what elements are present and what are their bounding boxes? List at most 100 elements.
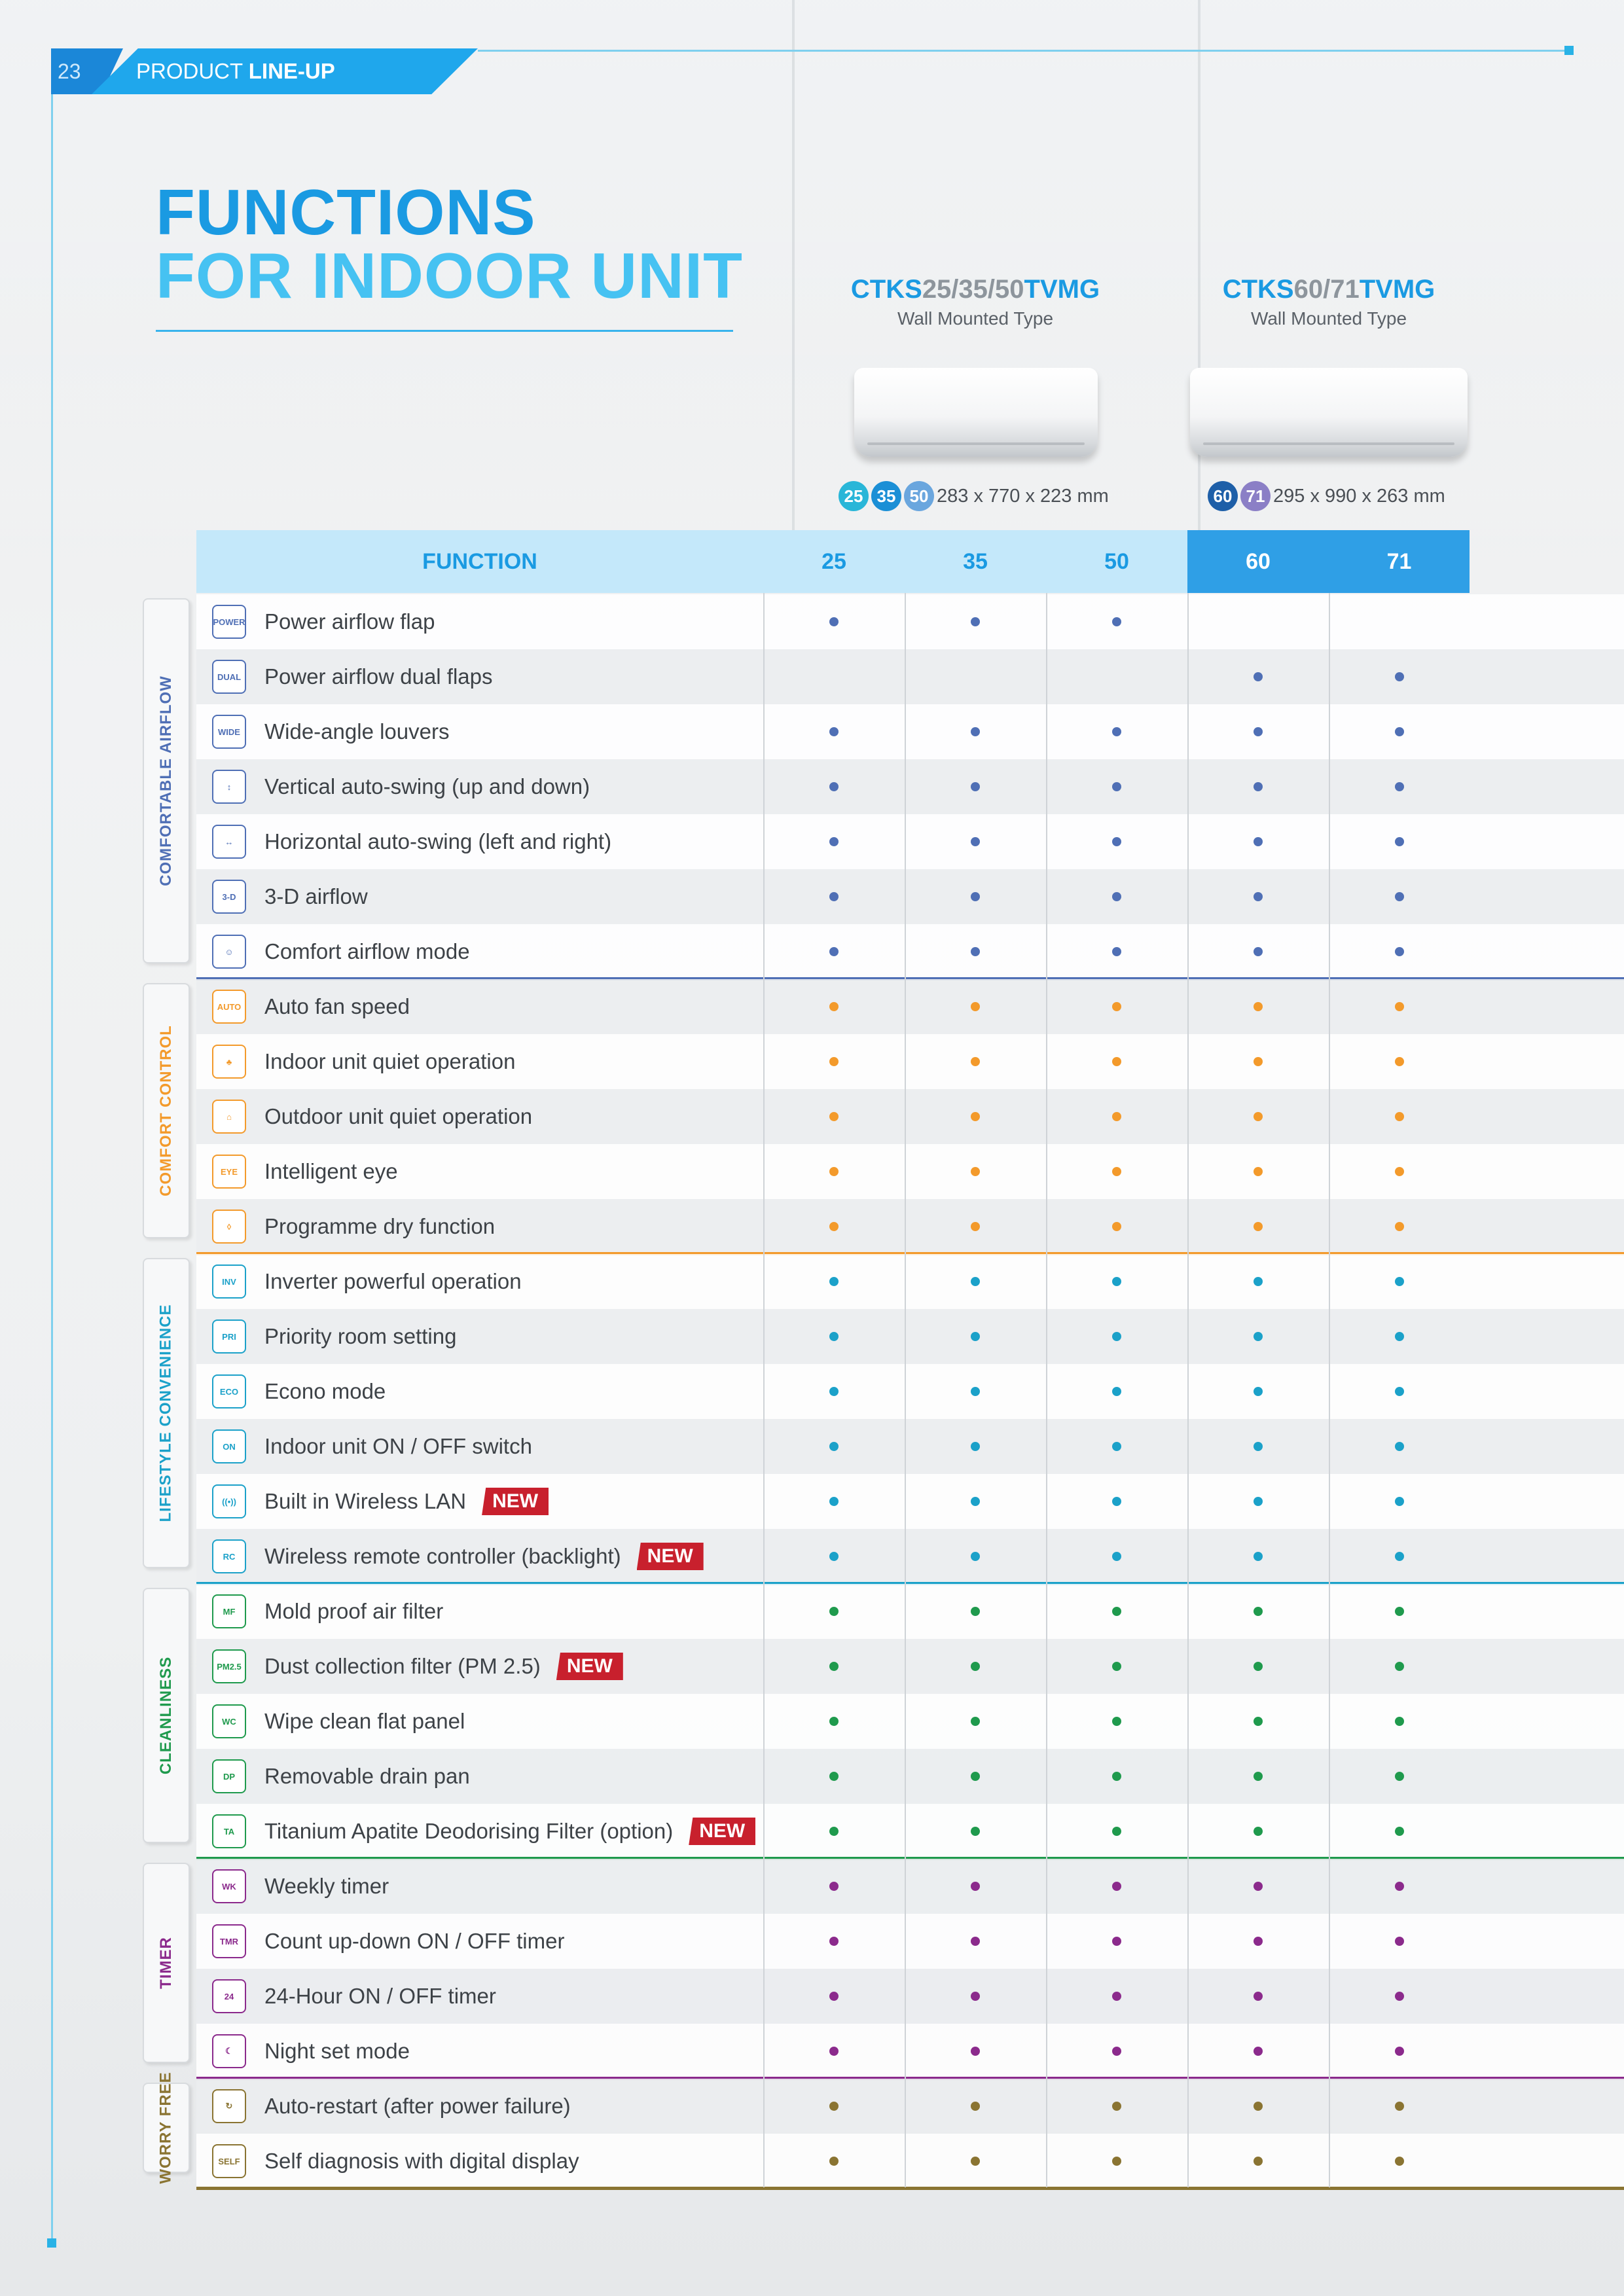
availability-dot [829, 1717, 839, 1726]
column-divider [1046, 593, 1047, 2187]
availability-dot [829, 1607, 839, 1616]
function-icon: DUAL [212, 660, 246, 694]
function-cell: AUTO Auto fan speed [196, 979, 763, 1034]
function-cell: DP Removable drain pan [196, 1749, 763, 1804]
availability-cell [905, 1199, 1046, 1254]
availability-dot [1395, 1717, 1404, 1726]
table-row: ♣ Indoor unit quiet operation [196, 1034, 1624, 1089]
availability-cell [1046, 1144, 1187, 1199]
availability-dot [1112, 1222, 1121, 1231]
availability-dot [1395, 1497, 1404, 1506]
function-icon: TMR [212, 1924, 246, 1958]
availability-dot [1254, 1937, 1263, 1946]
function-label: Intelligent eye [264, 1159, 398, 1183]
availability-cell [763, 1034, 905, 1089]
availability-dot [971, 1442, 980, 1451]
availability-dot [1112, 1662, 1121, 1671]
availability-dot [1254, 1112, 1263, 1121]
column-header: 25 [763, 530, 905, 593]
availability-dot [971, 1167, 980, 1176]
availability-cell [763, 1694, 905, 1749]
availability-cell [1046, 1419, 1187, 1474]
availability-dot [971, 1112, 980, 1121]
availability-dot [971, 837, 980, 846]
availability-dot [1112, 1167, 1121, 1176]
availability-cell [1187, 704, 1329, 759]
function-cell: EYE Intelligent eye [196, 1144, 763, 1199]
function-cell: ◊ Programme dry function [196, 1199, 763, 1254]
availability-cell [763, 1089, 905, 1144]
function-label: Horizontal auto-swing (left and right) [264, 829, 612, 853]
availability-dot [829, 1992, 839, 2001]
availability-cell [905, 1419, 1046, 1474]
availability-cell [1329, 814, 1470, 869]
availability-cell [763, 1254, 905, 1309]
availability-dot [829, 2047, 839, 2056]
function-cell: SELF Self diagnosis with digital display [196, 2134, 763, 2189]
new-badge: NEW [689, 1818, 756, 1845]
availability-dot [829, 1772, 839, 1781]
availability-cell [763, 979, 905, 1034]
function-cell: 3-D 3-D airflow [196, 869, 763, 924]
title-underline [156, 330, 733, 332]
availability-cell [905, 649, 1046, 704]
availability-dot [971, 1937, 980, 1946]
availability-dot [971, 1827, 980, 1836]
function-cell: POWER Power airflow flap [196, 594, 763, 649]
function-icon: TA [212, 1814, 246, 1848]
availability-cell [1046, 1089, 1187, 1144]
table-row: PM2.5 Dust collection filter (PM 2.5) NEW [196, 1639, 1624, 1694]
function-label: Indoor unit ON / OFF switch [264, 1434, 532, 1458]
availability-cell [1187, 2079, 1329, 2134]
availability-dot [1395, 1772, 1404, 1781]
availability-cell [1329, 1749, 1470, 1804]
availability-dot [971, 1497, 980, 1506]
availability-cell [1329, 2134, 1470, 2189]
availability-dot [1254, 1442, 1263, 1451]
model-header-1: CTKS25/35/50TVMG Wall Mounted Type [850, 275, 1100, 329]
availability-cell [763, 2134, 905, 2189]
frame-corner-square [1564, 46, 1574, 55]
availability-cell [763, 1144, 905, 1199]
availability-dot [829, 727, 839, 736]
availability-dot [1254, 1167, 1263, 1176]
function-icon: 24 [212, 1979, 246, 2013]
availability-cell [905, 1034, 1046, 1089]
function-cell: ON Indoor unit ON / OFF switch [196, 1419, 763, 1474]
availability-cell [763, 1749, 905, 1804]
function-label: 24-Hour ON / OFF timer [264, 1984, 496, 2008]
availability-dot [1254, 2102, 1263, 2111]
availability-dot [829, 1497, 839, 1506]
availability-dot [829, 947, 839, 956]
indoor-unit-image [854, 368, 1098, 457]
availability-cell [1046, 1859, 1187, 1914]
function-label: Econo mode [264, 1379, 386, 1403]
availability-dot [829, 837, 839, 846]
availability-cell [1187, 594, 1329, 649]
column-divider [1187, 593, 1189, 2187]
availability-cell [1046, 759, 1187, 814]
table-row: TA Titanium Apatite Deodorising Filter (o… [196, 1804, 1624, 1859]
availability-dot [1395, 1222, 1404, 1231]
function-label: Mold proof air filter [264, 1599, 444, 1623]
availability-dot [1112, 1442, 1121, 1451]
availability-cell [1046, 1694, 1187, 1749]
availability-dot [1112, 1332, 1121, 1341]
availability-dot [829, 1552, 839, 1561]
function-icon: ♣ [212, 1045, 246, 1079]
category-label-text: COMFORT CONTROL [157, 1025, 175, 1196]
availability-cell [1046, 594, 1187, 649]
table-row: ↕ Vertical auto-swing (up and down) [196, 759, 1624, 814]
function-icon: ((•)) [212, 1484, 246, 1518]
function-icon: WIDE [212, 715, 246, 749]
table-row: ⌂ Outdoor unit quiet operation [196, 1089, 1624, 1144]
availability-dot [1395, 1442, 1404, 1451]
availability-cell [1046, 979, 1187, 1034]
availability-dot [1254, 1332, 1263, 1341]
availability-dot [1112, 727, 1121, 736]
function-cell: WIDE Wide-angle louvers [196, 704, 763, 759]
availability-dot [1395, 727, 1404, 736]
availability-cell [1046, 2134, 1187, 2189]
availability-cell [1329, 1529, 1470, 1584]
availability-cell [1046, 1804, 1187, 1859]
